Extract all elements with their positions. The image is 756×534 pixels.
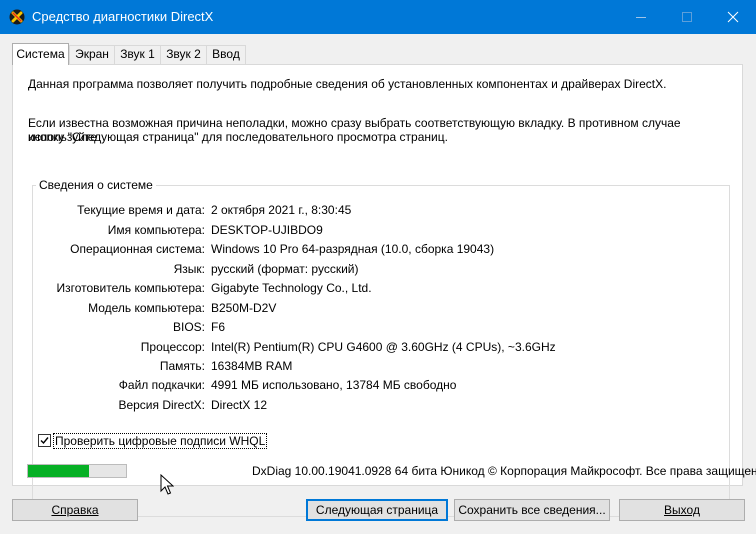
title-bar[interactable]: Средство диагностики DirectX bbox=[0, 0, 756, 34]
next-page-button-label: Следующая страница bbox=[315, 503, 439, 517]
info-label: Операционная система: bbox=[70, 242, 205, 256]
minimize-icon bbox=[636, 17, 646, 18]
tab-sound-2[interactable]: Звук 2 bbox=[160, 45, 207, 64]
info-label: Версия DirectX: bbox=[118, 398, 205, 412]
directx-icon bbox=[9, 9, 25, 25]
info-value: DESKTOP-UJIBDO9 bbox=[211, 223, 323, 237]
info-value: 2 октября 2021 г., 8:30:45 bbox=[211, 203, 352, 217]
exit-button[interactable]: Выход bbox=[619, 499, 745, 521]
progress-fill bbox=[28, 465, 89, 477]
whql-checkbox[interactable] bbox=[38, 434, 51, 447]
info-label: Текущие время и дата: bbox=[77, 203, 205, 217]
info-value: русский (формат: русский) bbox=[211, 262, 359, 276]
info-row-language: Язык: русский (формат: русский) bbox=[33, 262, 713, 278]
info-row-directx-version: Версия DirectX: DirectX 12 bbox=[33, 398, 713, 414]
info-value: F6 bbox=[211, 320, 226, 334]
save-all-info-button-label: Сохранить все сведения... bbox=[458, 503, 606, 517]
close-button[interactable] bbox=[710, 0, 756, 34]
info-label: Память: bbox=[159, 359, 205, 373]
info-label: BIOS: bbox=[172, 320, 205, 334]
info-value: B250M-D2V bbox=[211, 301, 277, 315]
progress-bar bbox=[27, 464, 127, 478]
info-label: Модель компьютера: bbox=[88, 301, 205, 315]
tab-system[interactable]: Система bbox=[12, 43, 69, 65]
info-row-model: Модель компьютера: B250M-D2V bbox=[33, 301, 713, 317]
info-label: Процессор: bbox=[140, 340, 205, 354]
info-row-memory: Память: 16384MB RAM bbox=[33, 359, 713, 375]
tab-input[interactable]: Ввод bbox=[206, 45, 246, 64]
info-value: DirectX 12 bbox=[211, 398, 268, 412]
intro-text-1: Данная программа позволяет получить подр… bbox=[28, 77, 667, 91]
help-button[interactable]: Справка bbox=[12, 499, 138, 521]
tab-display[interactable]: Экран bbox=[69, 45, 115, 64]
system-tab-panel: Данная программа позволяет получить подр… bbox=[12, 64, 743, 517]
info-row-processor: Процессор: Intel(R) Pentium(R) CPU G4600… bbox=[33, 340, 713, 356]
next-page-button[interactable]: Следующая страница bbox=[306, 499, 448, 521]
info-label: Изготовитель компьютера: bbox=[56, 281, 206, 295]
info-row-computer-name: Имя компьютера: DESKTOP-UJIBDO9 bbox=[33, 223, 713, 239]
mouse-cursor-icon bbox=[160, 473, 175, 499]
whql-checkbox-label[interactable]: Проверить цифровые подписи WHQL bbox=[53, 433, 268, 449]
copyright-footer: DxDiag 10.00.19041.0928 64 бита Юникод ©… bbox=[252, 464, 756, 478]
info-row-os: Операционная система: Windows 10 Pro 64-… bbox=[33, 242, 713, 258]
maximize-button[interactable] bbox=[664, 0, 710, 34]
info-label: Файл подкачки: bbox=[118, 378, 205, 392]
info-value: 4991 МБ использовано, 13784 МБ свободно bbox=[211, 378, 457, 392]
info-label: Язык: bbox=[173, 262, 205, 276]
info-row-bios: BIOS: F6 bbox=[33, 320, 713, 336]
group-title: Сведения о системе bbox=[36, 178, 156, 192]
info-label: Имя компьютера: bbox=[107, 223, 205, 237]
info-value: Intel(R) Pentium(R) CPU G4600 @ 3.60GHz … bbox=[211, 340, 556, 354]
info-row-manufacturer: Изготовитель компьютера: Gigabyte Techno… bbox=[33, 281, 713, 297]
info-row-datetime: Текущие время и дата: 2 октября 2021 г.,… bbox=[33, 203, 713, 219]
minimize-button[interactable] bbox=[618, 0, 664, 34]
maximize-icon bbox=[682, 12, 692, 22]
tab-sound-1[interactable]: Звук 1 bbox=[114, 45, 161, 64]
info-value: Windows 10 Pro 64-разрядная (10.0, сборк… bbox=[211, 242, 495, 256]
info-row-pagefile: Файл подкачки: 4991 МБ использовано, 137… bbox=[33, 378, 713, 394]
close-icon bbox=[727, 11, 739, 23]
window-title: Средство диагностики DirectX bbox=[32, 9, 214, 24]
info-value: Gigabyte Technology Co., Ltd. bbox=[211, 281, 372, 295]
info-value: 16384MB RAM bbox=[211, 359, 293, 373]
save-all-info-button[interactable]: Сохранить все сведения... bbox=[454, 499, 610, 521]
intro-text-2b: кнопку "Следующая страница" для последов… bbox=[28, 130, 448, 144]
help-button-label: Справка bbox=[51, 503, 99, 517]
checkmark-icon bbox=[40, 437, 49, 445]
exit-button-label: Выход bbox=[664, 503, 700, 517]
